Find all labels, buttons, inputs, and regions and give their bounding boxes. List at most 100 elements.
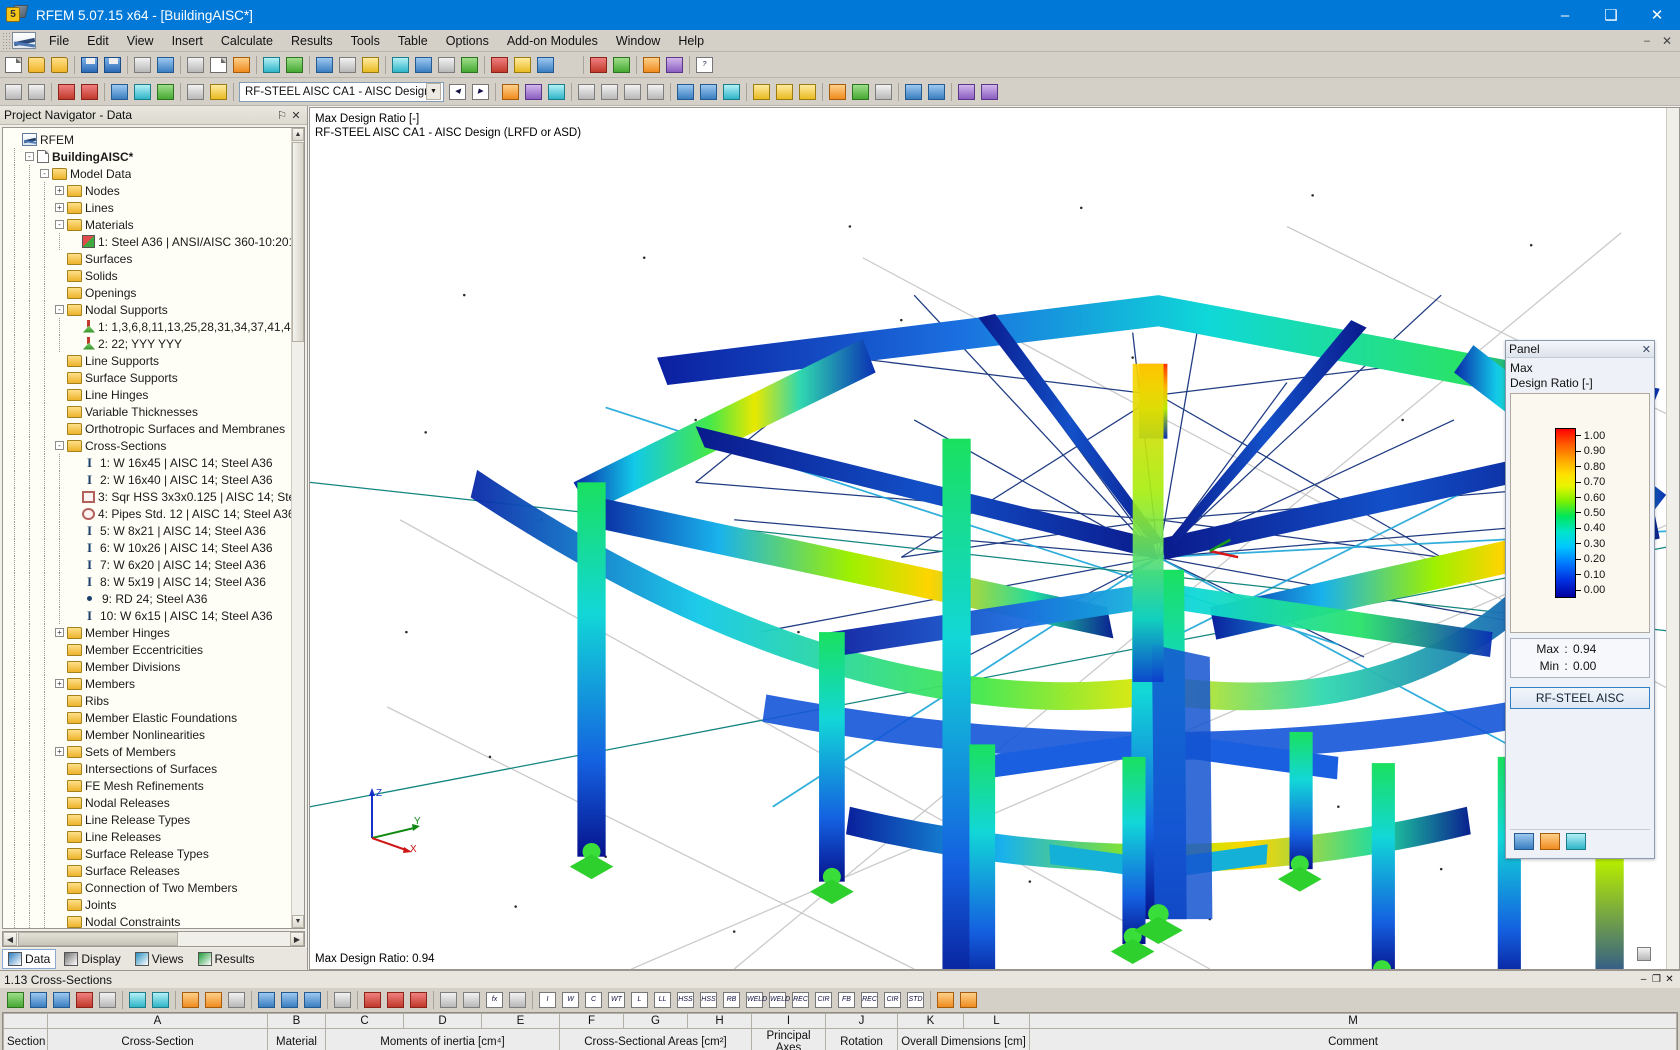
lighting-button[interactable]: [826, 81, 849, 103]
menu-item-insert[interactable]: Insert: [163, 32, 212, 50]
chevron-down-icon[interactable]: ▼: [426, 83, 441, 100]
collapse-icon[interactable]: -: [52, 441, 67, 450]
tree-item[interactable]: Line Supports: [7, 352, 304, 369]
menu-item-options[interactable]: Options: [437, 32, 498, 50]
color-scale-button[interactable]: [849, 81, 872, 103]
navigator-tab-display[interactable]: Display: [58, 949, 126, 969]
paste-button[interactable]: [230, 54, 253, 76]
maximize-button[interactable]: ❑: [1588, 0, 1634, 30]
result-scaling-button[interactable]: [644, 81, 667, 103]
member-result-diagram-button[interactable]: [575, 81, 598, 103]
tree-item[interactable]: I 10: W 6x15 | AISC 14; Steel A36: [7, 607, 304, 624]
cross-sections-grid[interactable]: A B C D E F G H I J K L M Section Cross-Section Materia…: [2, 1012, 1678, 1050]
cs-filter-L-button[interactable]: L: [628, 989, 651, 1011]
color-legend[interactable]: 1.00 0.90 0.80 0.70 0.60 0.50 0.40 0.30 0.20 0.10…: [1510, 393, 1650, 633]
filter-results-button[interactable]: [674, 81, 697, 103]
tree-item[interactable]: I 6: W 10x26 | AISC 14; Steel A36: [7, 539, 304, 556]
tree-item[interactable]: I 2: W 16x40 | AISC 14; Steel A36: [7, 471, 304, 488]
table-formula-button[interactable]: fx: [483, 989, 506, 1011]
tree-item[interactable]: Surface Releases: [7, 862, 304, 879]
table-close-icon[interactable]: ✕: [1663, 974, 1676, 985]
column-letter[interactable]: A: [47, 1013, 268, 1029]
table-insert-row-button[interactable]: [27, 989, 50, 1011]
display-member-forces-button[interactable]: [131, 81, 154, 103]
tree-item[interactable]: 4: Pipes Std. 12 | AISC 14; Steel A36: [7, 505, 304, 522]
column-letter[interactable]: K: [897, 1013, 964, 1029]
tree-item[interactable]: RFEM: [7, 131, 304, 148]
minimize-button[interactable]: –: [1542, 0, 1588, 30]
solid-model-button[interactable]: [359, 54, 382, 76]
cs-filter-FB-button[interactable]: FB: [835, 989, 858, 1011]
cs-filter-HSS2-button[interactable]: HSS: [697, 989, 720, 1011]
menu-item-window[interactable]: Window: [607, 32, 669, 50]
tree-item[interactable]: + Sets of Members: [7, 743, 304, 760]
tree-item[interactable]: Solids: [7, 267, 304, 284]
undo-button[interactable]: [260, 54, 283, 76]
table-node-button[interactable]: [361, 989, 384, 1011]
grid-snap-button[interactable]: [2, 81, 25, 103]
navigator-close-icon[interactable]: ✕: [289, 109, 303, 122]
collapse-icon[interactable]: -: [22, 152, 37, 161]
render-mode-button[interactable]: [313, 54, 336, 76]
cs-filter-I-button[interactable]: I: [536, 989, 559, 1011]
mdi-close-icon[interactable]: ✕: [1662, 34, 1672, 48]
tree-item[interactable]: I 8: W 5x19 | AISC 14; Steel A36: [7, 573, 304, 590]
navigator-horizontal-scrollbar[interactable]: ◀ ▶: [2, 931, 305, 947]
view-in-xy-button[interactable]: [207, 81, 230, 103]
tree-item[interactable]: I 7: W 6x20 | AISC 14; Steel A36: [7, 556, 304, 573]
open-recent-button[interactable]: [48, 54, 71, 76]
scroll-down-icon[interactable]: ▼: [292, 915, 304, 928]
zoom-window-button[interactable]: [412, 54, 435, 76]
table-line-button[interactable]: [384, 989, 407, 1011]
expand-icon[interactable]: +: [52, 186, 67, 195]
tree-item[interactable]: I 5: W 8x21 | AISC 14; Steel A36: [7, 522, 304, 539]
menu-item-calculate[interactable]: Calculate: [212, 32, 282, 50]
column-letter[interactable]: C: [325, 1013, 404, 1029]
dimension-button[interactable]: [773, 81, 796, 103]
table-grid-setup-button[interactable]: [301, 989, 324, 1011]
column-letter[interactable]: E: [481, 1013, 560, 1029]
display-deformation-button[interactable]: [108, 81, 131, 103]
table-units-button[interactable]: [506, 989, 529, 1011]
cs-filter-C-button[interactable]: C: [582, 989, 605, 1011]
table-accept-button[interactable]: [4, 989, 27, 1011]
tree-item[interactable]: I 1: W 16x45 | AISC 14; Steel A36: [7, 454, 304, 471]
node-button[interactable]: [488, 54, 511, 76]
tree-item[interactable]: 9: RD 24; Steel A36: [7, 590, 304, 607]
menu-item-tools[interactable]: Tools: [342, 32, 389, 50]
tree-item[interactable]: - BuildingAISC*: [7, 148, 304, 165]
menu-item-table[interactable]: Table: [389, 32, 437, 50]
addon-module-combo[interactable]: RF-STEEL AISC CA1 - AISC Design (LRFD ▼: [239, 81, 444, 102]
tree-item[interactable]: Joints: [7, 896, 304, 913]
design-ratio-button[interactable]: [499, 81, 522, 103]
redo-button[interactable]: [283, 54, 306, 76]
collapse-icon[interactable]: -: [52, 220, 67, 229]
table-print-button[interactable]: [460, 989, 483, 1011]
table-selection-button[interactable]: [202, 989, 225, 1011]
navigator-tab-results[interactable]: Results: [192, 949, 261, 969]
print-button[interactable]: [131, 54, 154, 76]
menu-item-view[interactable]: View: [118, 32, 163, 50]
cs-filter-CIR-button[interactable]: CIR: [812, 989, 835, 1011]
table-member-button[interactable]: [407, 989, 430, 1011]
zoom-all-button[interactable]: [389, 54, 412, 76]
cs-filter-WELD-button[interactable]: WELD: [743, 989, 767, 1011]
tree-item[interactable]: - Model Data: [7, 165, 304, 182]
column-letter[interactable]: J: [825, 1013, 898, 1029]
print-view-button[interactable]: [925, 81, 948, 103]
member-button[interactable]: [534, 54, 557, 76]
table-row-setup-button[interactable]: [278, 989, 301, 1011]
collapse-icon[interactable]: -: [52, 305, 67, 314]
table-minimize-icon[interactable]: –: [1637, 974, 1650, 985]
table-insert-col-button[interactable]: [50, 989, 73, 1011]
navigator-tree[interactable]: RFEM - BuildingAISC* - Model Data + Nodes + Line…: [3, 128, 304, 928]
tree-item[interactable]: Surface Supports: [7, 369, 304, 386]
tree-item[interactable]: Line Release Types: [7, 811, 304, 828]
table-delete-row-button[interactable]: [73, 989, 96, 1011]
surface-button[interactable]: [557, 54, 580, 76]
expand-icon[interactable]: +: [52, 628, 67, 637]
save-as-button[interactable]: [101, 54, 124, 76]
screenshot-button[interactable]: [902, 81, 925, 103]
expand-icon[interactable]: +: [52, 747, 67, 756]
table-restore-icon[interactable]: ❐: [1650, 974, 1663, 985]
